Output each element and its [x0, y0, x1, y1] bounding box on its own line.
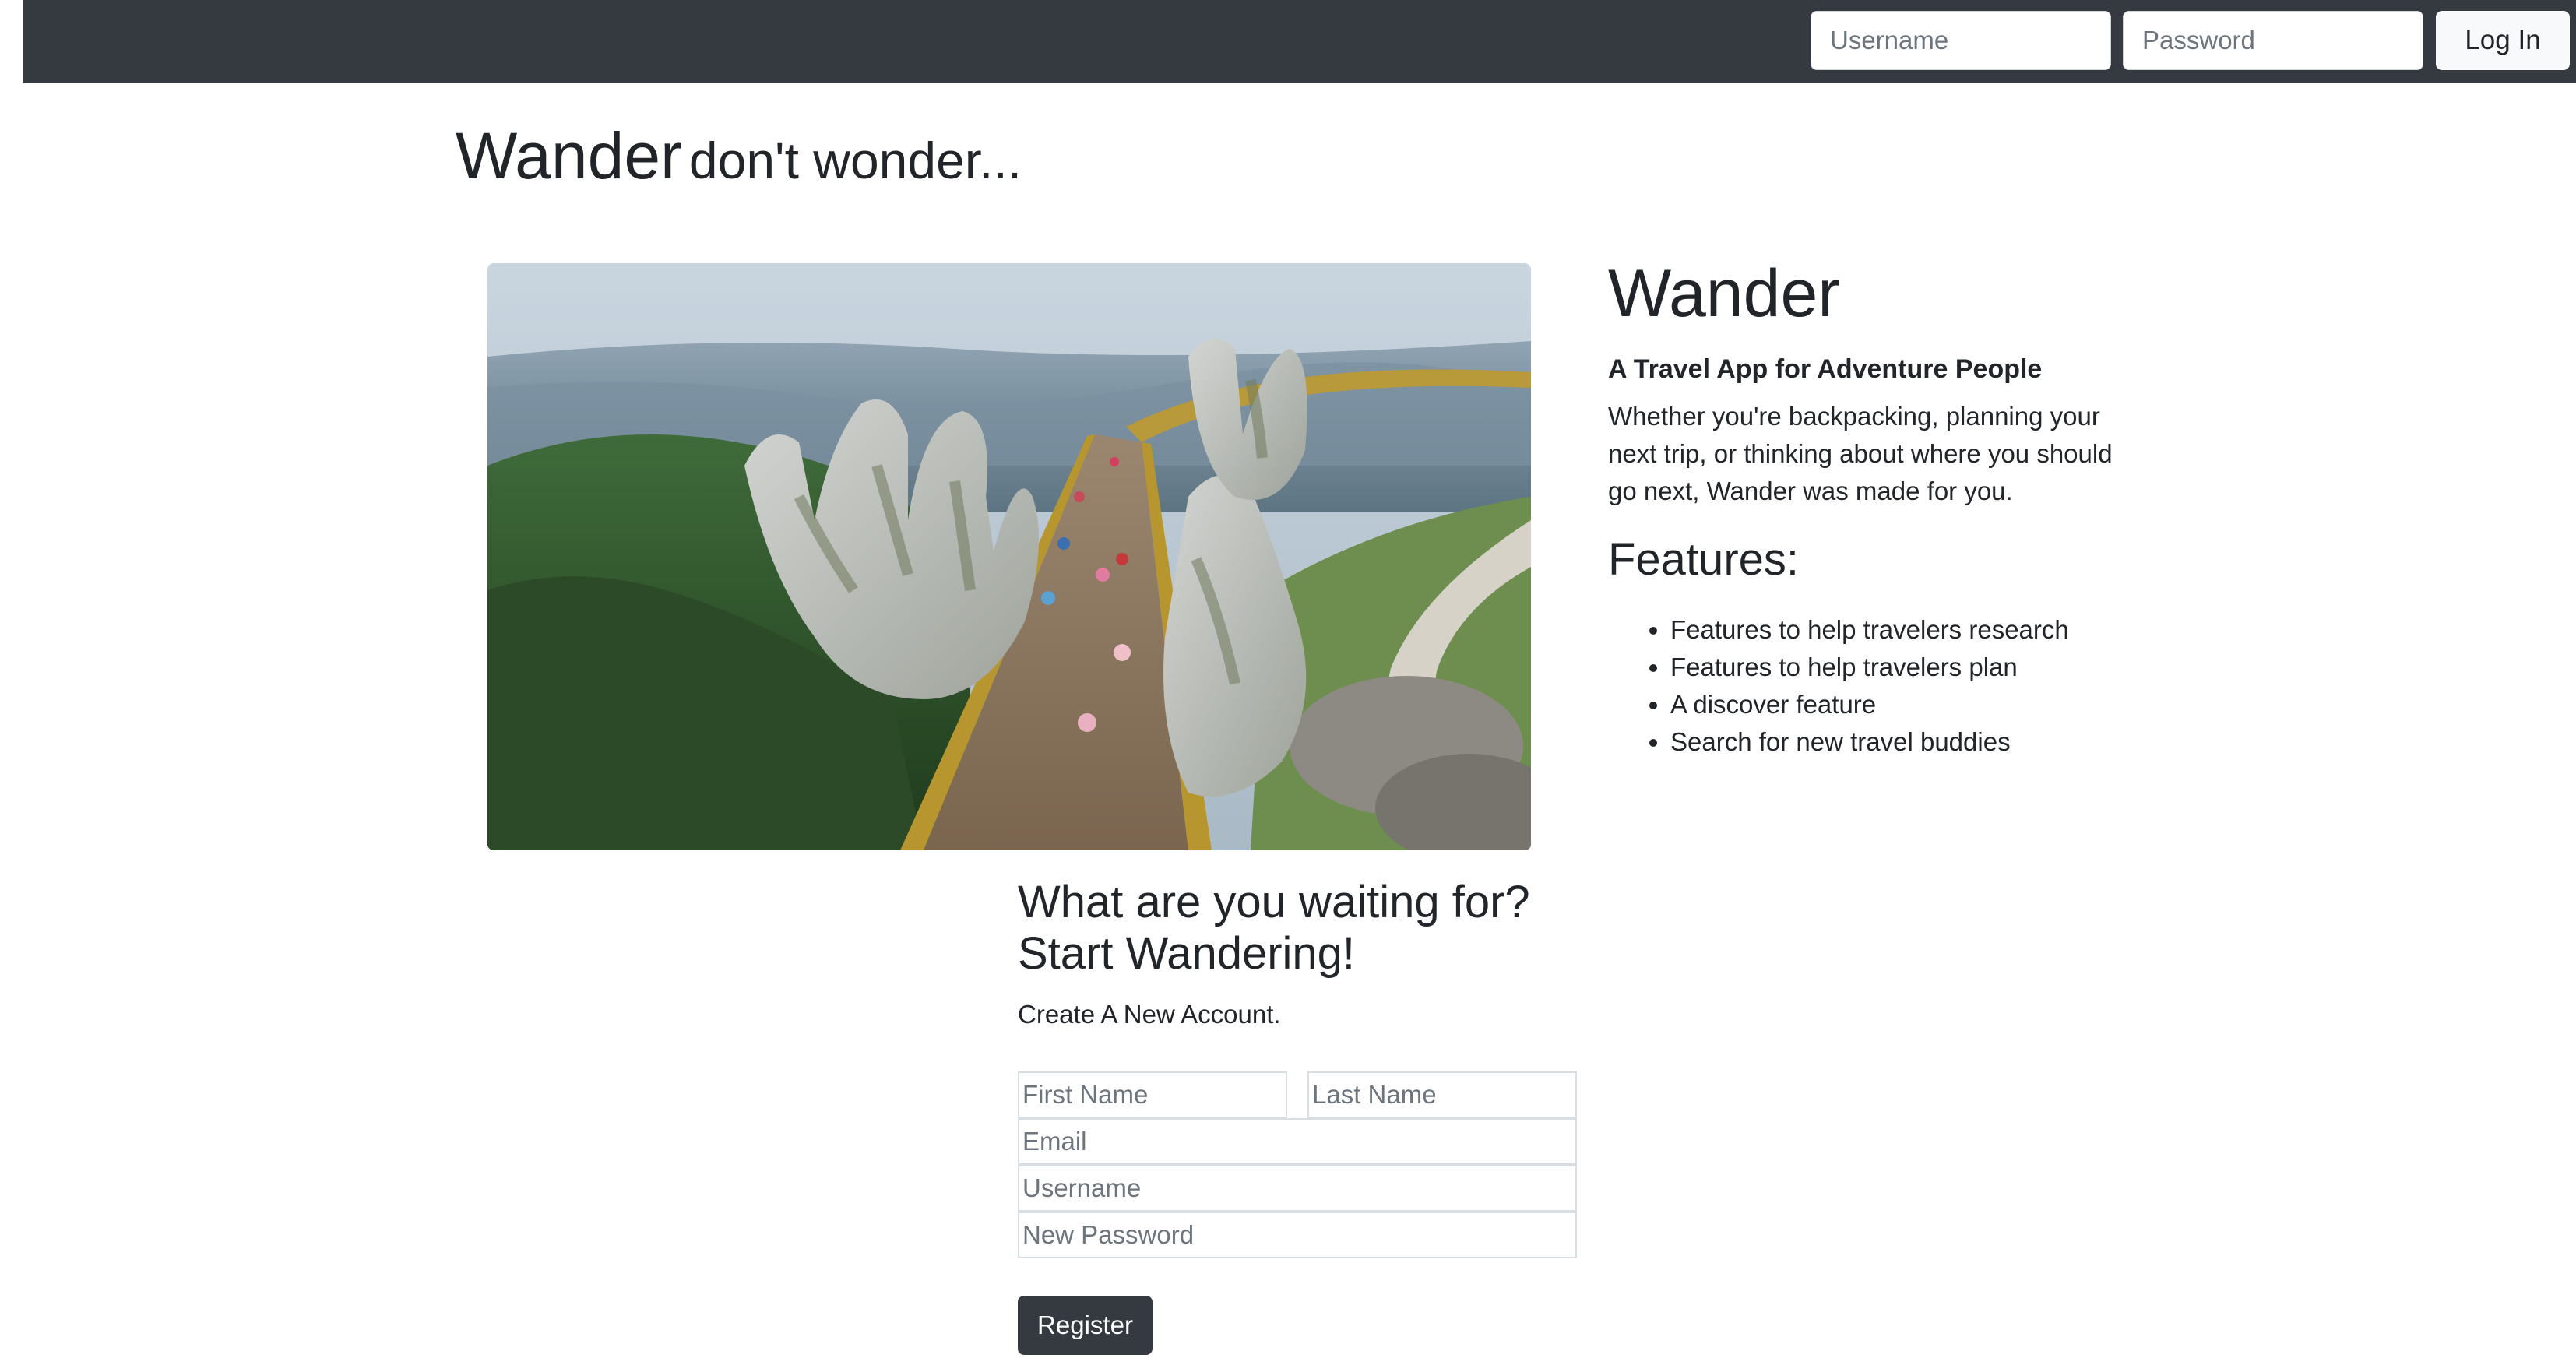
hero-image — [487, 263, 1531, 850]
last-name-input[interactable] — [1307, 1071, 1577, 1118]
list-item: Features to help travelers plan — [1670, 649, 2069, 686]
login-button[interactable]: Log In — [2436, 11, 2570, 70]
register-title: What are you waiting for? Start Wanderin… — [1018, 877, 1578, 980]
new-password-input[interactable] — [1018, 1212, 1577, 1258]
top-navbar: Log In — [23, 0, 2576, 83]
page-title: Wander don't wonder... — [456, 117, 1022, 195]
register-subtitle: Create A New Account. — [1018, 1000, 1281, 1029]
about-description: Whether you're backpacking, planning you… — [1608, 402, 2113, 505]
features-title: Features: — [1608, 534, 1799, 585]
about-subtitle: A Travel App for Adventure People — [1608, 354, 2043, 384]
list-item: Features to help travelers research — [1670, 611, 2069, 649]
brand-tagline: don't wonder... — [688, 132, 1022, 189]
login-password-input[interactable] — [2123, 11, 2423, 70]
features-list: Features to help travelers research Feat… — [1608, 611, 2069, 761]
register-title-line2: Start Wandering! — [1018, 928, 1356, 979]
register-title-line1: What are you waiting for? — [1018, 877, 1530, 927]
list-item: A discover feature — [1670, 686, 2069, 723]
login-username-input[interactable] — [1811, 11, 2111, 70]
list-item: Search for new travel buddies — [1670, 723, 2069, 761]
brand-name: Wander — [456, 119, 683, 192]
register-username-input[interactable] — [1018, 1165, 1577, 1212]
about-title: Wander — [1608, 256, 1840, 331]
first-name-input[interactable] — [1018, 1071, 1287, 1118]
email-input[interactable] — [1018, 1118, 1577, 1165]
register-button[interactable]: Register — [1018, 1296, 1153, 1355]
